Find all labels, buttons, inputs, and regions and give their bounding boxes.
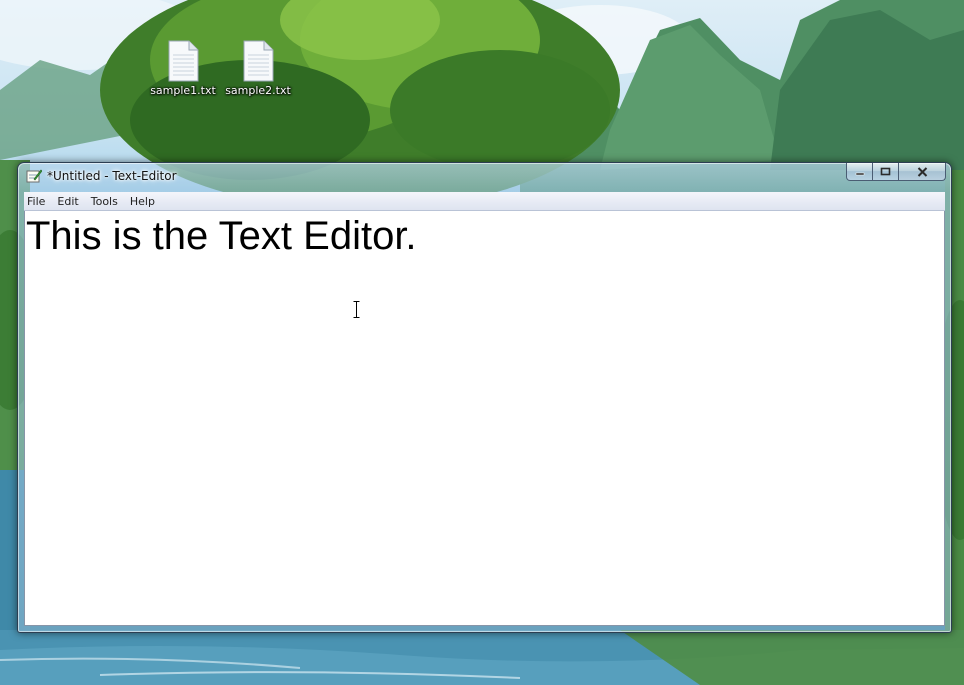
text-file-icon	[243, 40, 274, 82]
text-editor-window: *Untitled - Text-Editor File Edit Tools	[17, 162, 952, 633]
maximize-button[interactable]	[873, 163, 899, 181]
caption-buttons	[846, 163, 946, 182]
minimize-icon	[855, 172, 864, 175]
menu-edit[interactable]: Edit	[51, 192, 84, 211]
menu-file[interactable]: File	[24, 192, 51, 211]
notepad-icon	[26, 169, 42, 183]
window-title: *Untitled - Text-Editor	[47, 169, 177, 183]
desktop-icon-sample2[interactable]: sample2.txt	[223, 40, 293, 97]
desktop-icon-label: sample2.txt	[225, 84, 291, 97]
close-button[interactable]	[899, 163, 946, 181]
minimize-button[interactable]	[846, 163, 873, 181]
menu-bar: File Edit Tools Help	[24, 192, 945, 211]
editor-content[interactable]: This is the Text Editor.	[26, 213, 417, 259]
menu-help[interactable]: Help	[124, 192, 161, 211]
desktop-icon-sample1[interactable]: sample1.txt	[148, 40, 218, 97]
title-bar[interactable]: *Untitled - Text-Editor	[18, 163, 951, 189]
text-file-icon	[168, 40, 199, 82]
desktop-icon-label: sample1.txt	[150, 84, 216, 97]
ibeam-cursor-icon	[353, 301, 360, 318]
menu-tools[interactable]: Tools	[85, 192, 124, 211]
maximize-icon	[880, 167, 891, 176]
text-area[interactable]: This is the Text Editor.	[24, 211, 945, 626]
close-icon	[917, 166, 927, 177]
